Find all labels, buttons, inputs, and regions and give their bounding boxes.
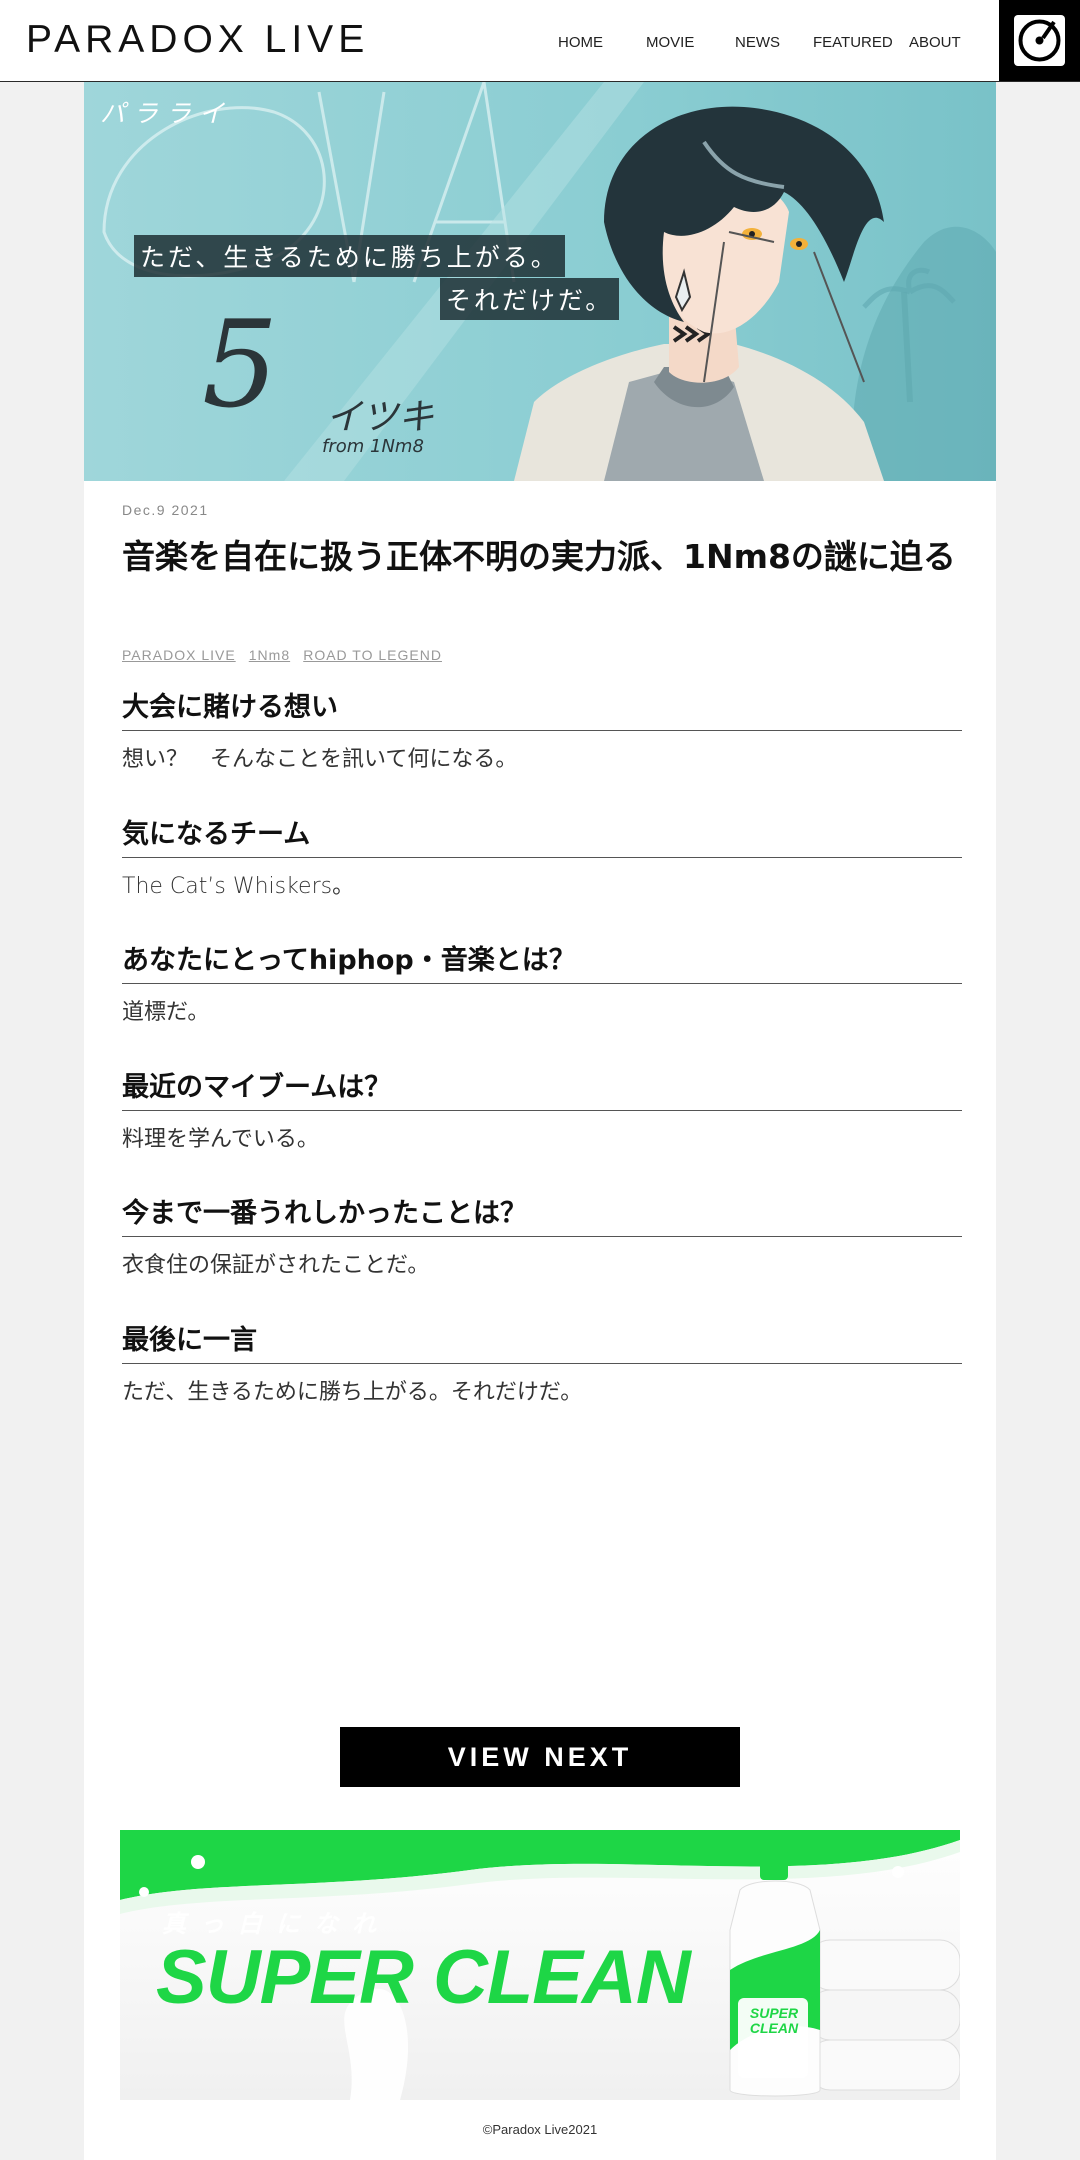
qa-item: あなたにとってhiphop・音楽とは？ 道標だ。 xyxy=(122,943,962,1028)
ad-headline: SUPER CLEAN xyxy=(156,1935,691,2020)
nav-news[interactable]: NEWS xyxy=(735,34,780,51)
tag-paradox-live[interactable]: PARADOX LIVE xyxy=(122,647,236,663)
qa-item: 大会に賭ける想い 想い？ そんなことを訊いて何になる。 xyxy=(122,690,962,775)
hero-catch-line-1: ただ、生きるために勝ち上がる。 xyxy=(134,235,565,277)
hero-team: from 1Nm8 xyxy=(322,436,424,457)
hero-catch-line-2: それだけだ。 xyxy=(440,278,620,320)
tag-1nm8[interactable]: 1Nm8 xyxy=(249,647,290,663)
qa-answer: 料理を学んでいる。 xyxy=(122,1127,319,1152)
qa-question: 気になるチーム xyxy=(122,817,962,858)
qa-item: 最近のマイブームは？ 料理を学んでいる。 xyxy=(122,1070,962,1155)
qa-answer: The Cat’s Whiskers。 xyxy=(122,874,355,899)
article-title: 音楽を自在に扱う正体不明の実力派、1Nm8の謎に迫る xyxy=(122,537,956,576)
tag-road-to-legend[interactable]: ROAD TO LEGEND xyxy=(303,647,442,663)
qa-answer: ただ、生きるために勝ち上がる。それだけだ。 xyxy=(122,1380,583,1405)
hero-tagline: パラライ xyxy=(100,99,233,128)
bottle-label: SUPER CLEAN xyxy=(749,2005,799,2036)
hero-character-name: イツキ xyxy=(326,397,435,438)
menu-button[interactable] xyxy=(999,0,1080,81)
article-tags: PARADOX LIVE 1Nm8 ROAD TO LEGEND xyxy=(122,645,450,664)
qa-question: 最後に一言 xyxy=(122,1323,962,1364)
qa-question: 今まで一番うれしかったことは？ xyxy=(122,1196,962,1237)
qa-question: 最近のマイブームは？ xyxy=(122,1070,962,1111)
qa-answer: 衣食住の保証がされたことだ。 xyxy=(122,1253,430,1278)
qa-item: 今まで一番うれしかったことは？ 衣食住の保証がされたことだ。 xyxy=(122,1196,962,1281)
nav-about[interactable]: ABOUT xyxy=(909,34,961,51)
nav-featured[interactable]: FEATURED xyxy=(813,34,893,51)
qa-item: 最後に一言 ただ、生きるために勝ち上がる。それだけだ。 xyxy=(122,1323,962,1408)
hero-number: 5 xyxy=(202,296,279,435)
copyright: ©Paradox Live2021 xyxy=(482,2122,598,2137)
main-nav: HOME MOVIE NEWS FEATURED ABOUT xyxy=(0,34,1000,54)
view-next-button[interactable]: VIEW NEXT xyxy=(340,1727,740,1787)
qa-answer: 想い？ そんなことを訊いて何になる。 xyxy=(122,747,518,772)
record-icon xyxy=(1014,15,1065,66)
main-content: パラライ ただ、生きるために勝ち上がる。 それだけだ。 5 イツキ from 1… xyxy=(84,82,996,2160)
nav-home[interactable]: HOME xyxy=(558,34,603,51)
qa-question: あなたにとってhiphop・音楽とは？ xyxy=(122,943,962,984)
ad-banner[interactable]: 真っ白になれ SUPER CLEAN SUPER CLEAN xyxy=(120,1830,960,2100)
qa-answer: 道標だ。 xyxy=(122,1000,210,1025)
qa-question: 大会に賭ける想い xyxy=(122,690,962,731)
site-header: PARADOX LIVE HOME MOVIE NEWS FEATURED AB… xyxy=(0,0,1080,82)
nav-movie[interactable]: MOVIE xyxy=(646,34,694,51)
qa-item: 気になるチーム The Cat’s Whiskers。 xyxy=(122,817,962,902)
article-date: Dec.9 2021 xyxy=(122,502,209,518)
hero-banner: パラライ ただ、生きるために勝ち上がる。 それだけだ。 5 イツキ from 1… xyxy=(84,82,996,481)
